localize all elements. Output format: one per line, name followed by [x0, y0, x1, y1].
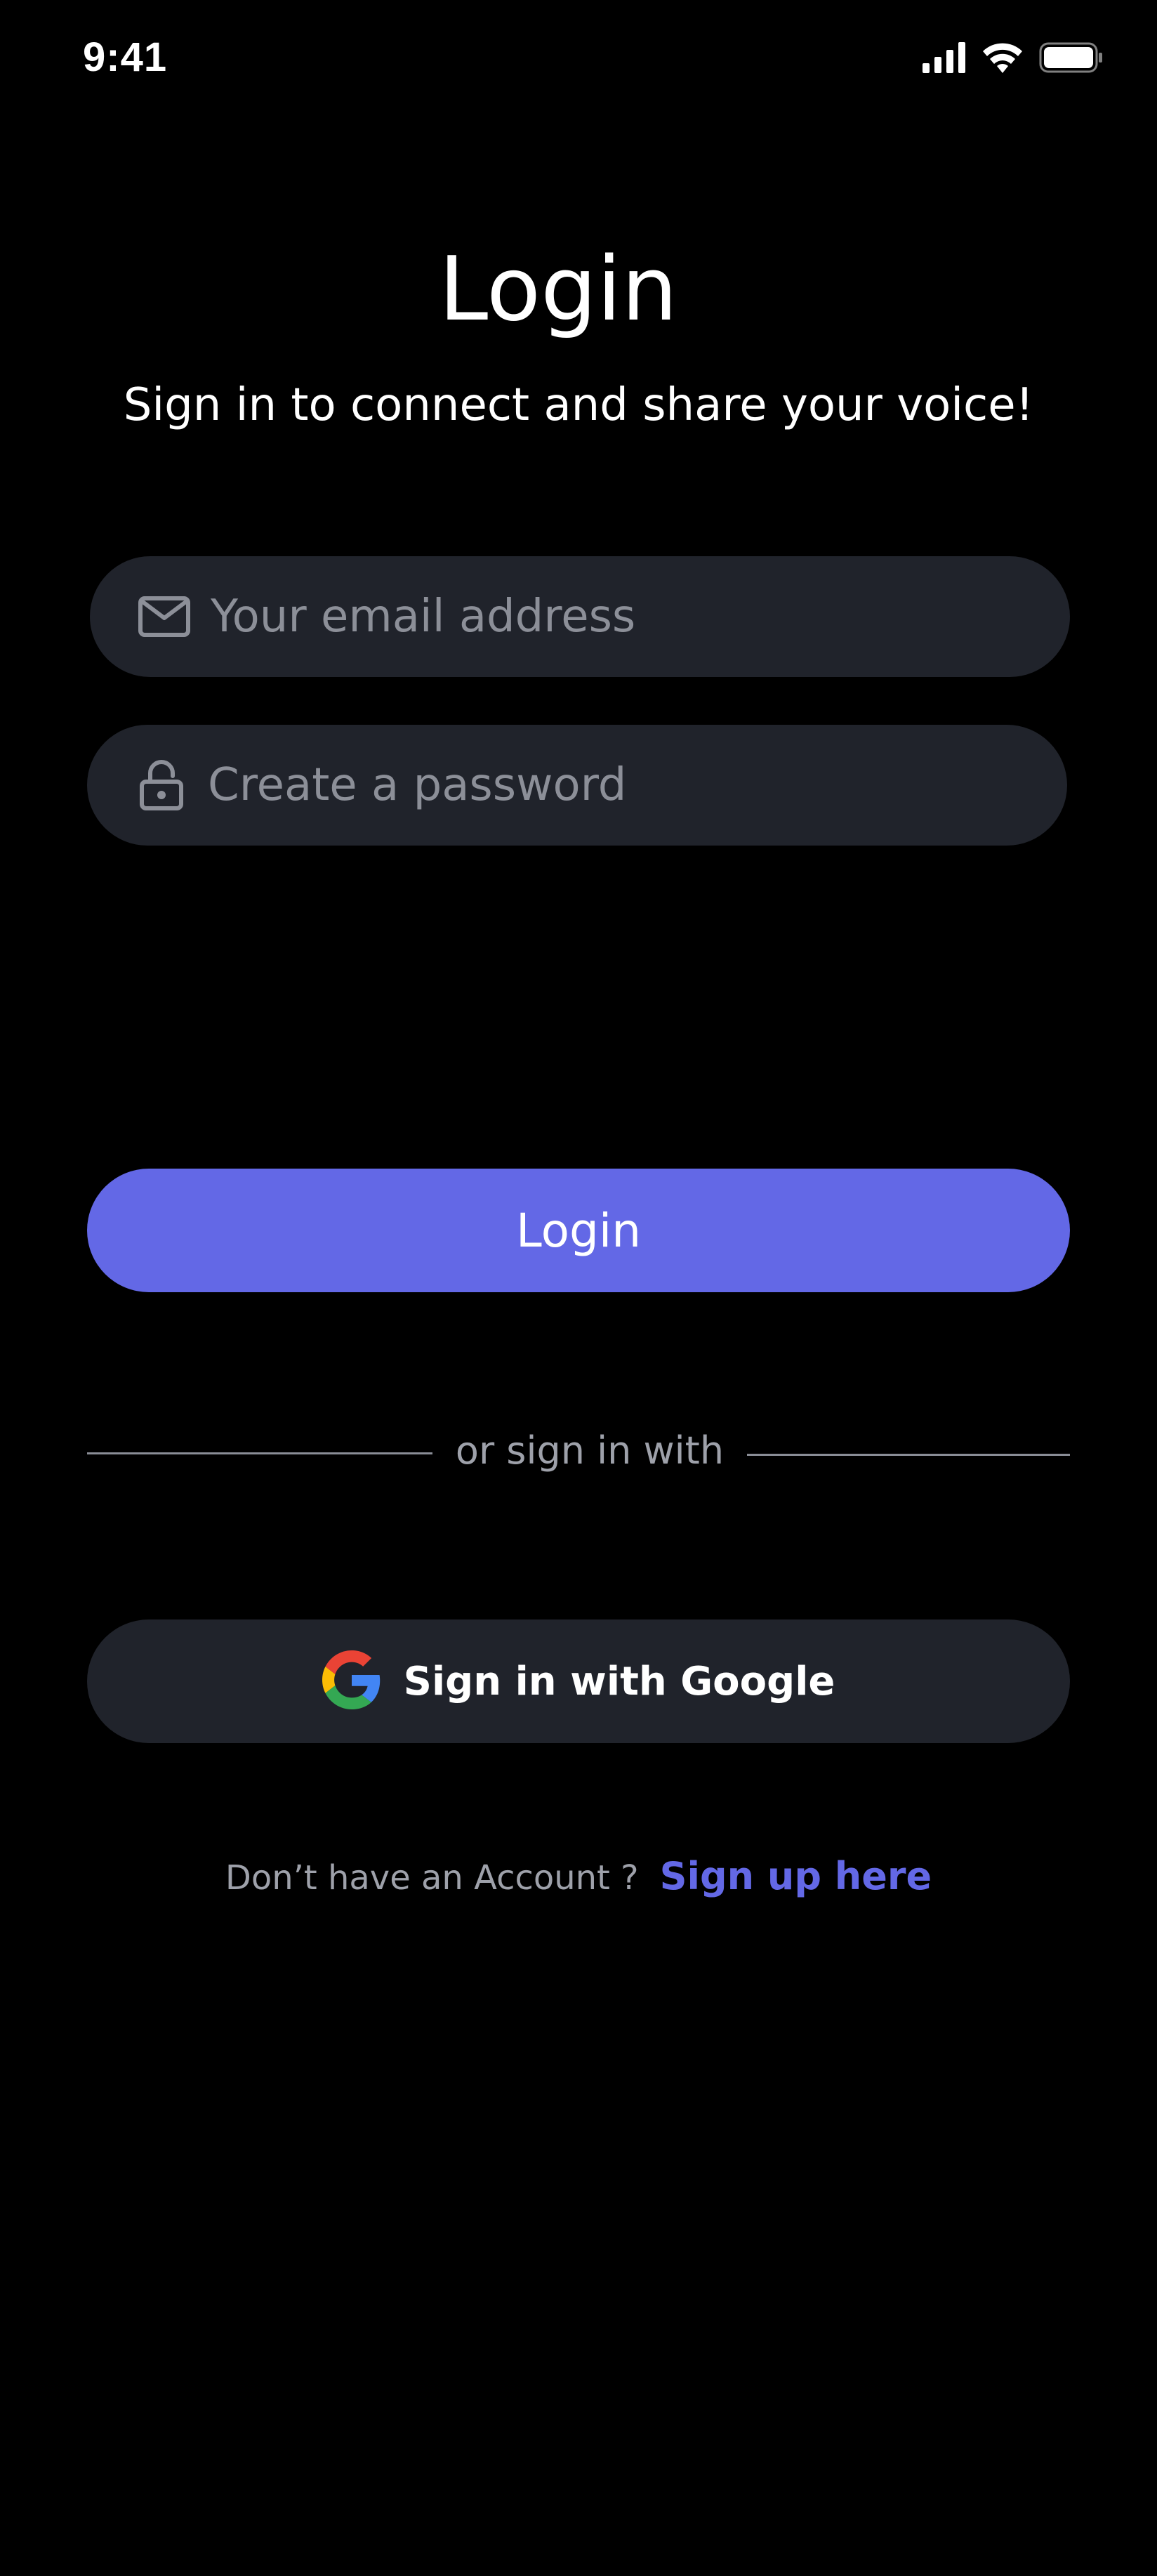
- signup-row: Don’t have an Account ? Sign up here: [0, 1854, 1157, 1898]
- google-button-label: Sign in with Google: [403, 1658, 835, 1704]
- signup-prompt: Don’t have an Account ?: [225, 1858, 639, 1898]
- google-icon: [322, 1650, 381, 1713]
- password-field[interactable]: [87, 725, 1067, 846]
- divider-text: or sign in with: [455, 1428, 725, 1473]
- google-sign-in-button[interactable]: Sign in with Google: [87, 1619, 1070, 1743]
- mail-icon: [136, 589, 192, 645]
- page-subtitle: Sign in to connect and share your voice!: [123, 379, 1034, 431]
- lock-icon: [133, 757, 190, 813]
- login-button[interactable]: Login: [87, 1169, 1070, 1292]
- page-title: Login: [439, 237, 677, 341]
- password-input[interactable]: [206, 758, 1017, 812]
- battery-icon: [1039, 42, 1104, 77]
- wifi-icon: [981, 42, 1024, 77]
- status-icons: [923, 42, 1104, 77]
- email-field[interactable]: [90, 556, 1070, 677]
- status-time: 9:41: [83, 34, 168, 80]
- cellular-signal-icon: [923, 42, 966, 77]
- email-input[interactable]: [209, 590, 1019, 643]
- divider-line-left: [87, 1452, 432, 1454]
- signup-link[interactable]: Sign up here: [660, 1854, 932, 1898]
- divider-line-right: [747, 1454, 1070, 1456]
